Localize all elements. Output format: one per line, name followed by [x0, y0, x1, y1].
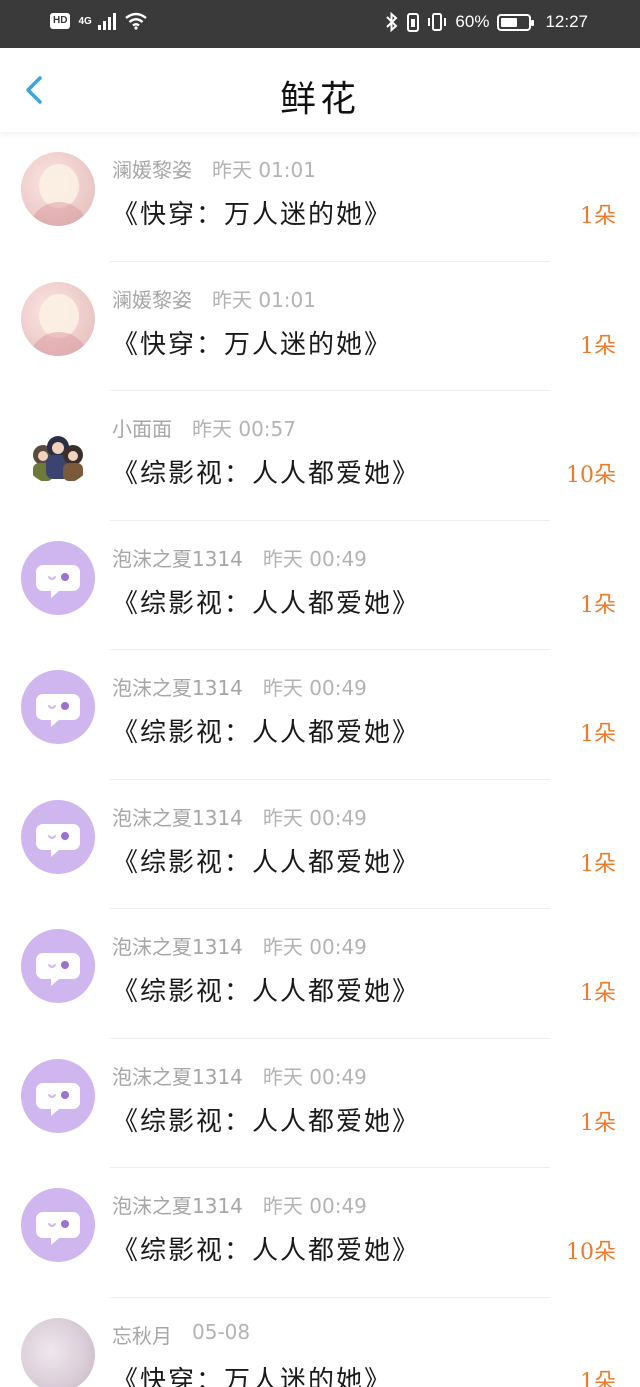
flower-count: 1朵: [580, 1369, 616, 1387]
list-item[interactable]: 泡沫之夏1314 昨天 00:49 《综影视：人人都爱她》 1朵: [0, 521, 640, 650]
avatar[interactable]: [21, 152, 95, 226]
entry-meta: 泡沫之夏1314 昨天 00:49: [112, 672, 367, 701]
cell-signal-icon: [97, 13, 116, 30]
hd-badge: HD: [50, 13, 71, 29]
username[interactable]: 泡沫之夏1314: [112, 931, 243, 960]
username[interactable]: 泡沫之夏1314: [112, 543, 243, 572]
timestamp: 昨天 00:49: [262, 676, 367, 700]
book-title[interactable]: 《综影视：人人都爱她》: [112, 583, 420, 620]
battery-percent: 60%: [455, 12, 490, 31]
entry-meta: 泡沫之夏1314 昨天 00:49: [112, 1061, 367, 1090]
chat-bubble-icon: [36, 823, 80, 857]
username[interactable]: 澜媛黎姿: [112, 284, 192, 313]
device-battery-icon: [407, 13, 420, 32]
avatar[interactable]: [21, 1317, 95, 1387]
username[interactable]: 泡沫之夏1314: [112, 1061, 243, 1090]
flower-count: 10朵: [566, 1240, 616, 1265]
entry-meta: 泡沫之夏1314 昨天 00:49: [112, 1190, 367, 1219]
group-avatar-image: [33, 436, 83, 481]
list-item[interactable]: 泡沫之夏1314 昨天 00:49 《综影视：人人都爱她》 10朵: [0, 1168, 640, 1298]
chat-bubble-icon: [36, 1082, 80, 1116]
flower-count: 1朵: [580, 592, 616, 618]
avatar[interactable]: [21, 670, 95, 744]
list-item[interactable]: 泡沫之夏1314 昨天 00:49 《综影视：人人都爱她》 1朵: [0, 1039, 640, 1168]
status-left: HD 4G: [50, 12, 148, 30]
flower-count: 1朵: [580, 722, 616, 747]
page-title: 鲜花: [279, 79, 360, 120]
username[interactable]: 泡沫之夏1314: [112, 672, 243, 701]
list-item[interactable]: 泡沫之夏1314 昨天 00:49 《综影视：人人都爱她》 1朵: [0, 780, 640, 909]
timestamp: 昨天 00:49: [262, 805, 367, 830]
timestamp: 昨天 00:49: [262, 935, 367, 959]
username[interactable]: 小面面: [112, 413, 172, 442]
flower-count: 10朵: [566, 463, 616, 488]
username[interactable]: 泡沫之夏1314: [112, 1190, 243, 1219]
avatar[interactable]: [21, 411, 95, 485]
flower-count: 1朵: [580, 333, 616, 359]
list-item[interactable]: 泡沫之夏1314 昨天 00:49 《综影视：人人都爱她》 1朵: [0, 909, 640, 1039]
wifi-icon: [125, 12, 147, 30]
avatar[interactable]: [21, 799, 95, 874]
book-title[interactable]: 《综影视：人人都爱她》: [112, 842, 420, 879]
chat-bubble-icon: [36, 953, 80, 986]
flower-list: 澜媛黎姿 昨天 01:01 《快穿：万人迷的她》 1朵 澜媛黎姿 昨天 01:01 《快穿：…: [0, 132, 640, 1387]
flower-count: 1朵: [580, 204, 616, 229]
book-title[interactable]: 《快穿：万人迷的她》: [112, 194, 392, 231]
clock: 12:27: [545, 12, 588, 31]
flower-count: 1朵: [580, 981, 616, 1006]
status-right: 60% 12:27: [385, 12, 588, 32]
list-item[interactable]: 澜媛黎姿 昨天 01:01 《快穿：万人迷的她》 1朵: [0, 132, 640, 262]
username[interactable]: 澜媛黎姿: [112, 154, 192, 183]
timestamp: 昨天 01:01: [212, 158, 316, 182]
bluetooth-icon: [386, 12, 398, 32]
timestamp: 昨天 00:57: [192, 417, 296, 441]
list-item[interactable]: 忘秋月 05-08 《快穿：万人迷的她》 1朵: [0, 1298, 640, 1387]
entry-meta: 澜媛黎姿 昨天 01:01: [112, 284, 316, 313]
chat-bubble-icon: [36, 1212, 80, 1245]
timestamp: 昨天 00:49: [262, 1064, 367, 1089]
book-title[interactable]: 《综影视：人人都爱她》: [112, 1101, 420, 1138]
list-item[interactable]: 小面面 昨天 00:57 《综影视：人人都爱她》 10朵: [0, 391, 640, 521]
entry-meta: 泡沫之夏1314 昨天 00:49: [112, 543, 367, 572]
avatar[interactable]: [21, 1058, 95, 1133]
book-title[interactable]: 《快穿：万人迷的她》: [112, 324, 392, 361]
flower-count: 1朵: [580, 1110, 616, 1136]
battery-icon: [497, 13, 535, 31]
avatar[interactable]: [21, 540, 95, 615]
book-title[interactable]: 《综影视：人人都爱她》: [112, 971, 420, 1008]
book-title[interactable]: 《综影视：人人都爱她》: [112, 1230, 420, 1267]
book-title[interactable]: 《快穿：万人迷的她》: [112, 1360, 392, 1387]
nav-bar: 鲜花: [0, 48, 640, 132]
flower-count: 1朵: [580, 851, 616, 877]
chat-bubble-icon: [36, 694, 80, 727]
book-title[interactable]: 《综影视：人人都爱她》: [112, 712, 420, 749]
avatar[interactable]: [21, 281, 95, 356]
list-item[interactable]: 澜媛黎姿 昨天 01:01 《快穿：万人迷的她》 1朵: [0, 262, 640, 391]
entry-meta: 小面面 昨天 00:57: [112, 413, 296, 442]
timestamp: 昨天 00:49: [262, 546, 367, 571]
entry-meta: 泡沫之夏1314 昨天 00:49: [112, 802, 367, 831]
entry-meta: 澜媛黎姿 昨天 01:01: [112, 154, 316, 183]
network-type: 4G: [78, 15, 92, 27]
book-title[interactable]: 《综影视：人人都爱她》: [112, 453, 420, 490]
status-bar: HD 4G 60% 12:27: [0, 0, 640, 48]
entry-meta: 忘秋月 05-08: [112, 1320, 250, 1349]
vibrate-icon: [428, 13, 447, 31]
entry-meta: 泡沫之夏1314 昨天 00:49: [112, 931, 367, 960]
timestamp: 昨天 01:01: [212, 287, 316, 312]
timestamp: 05-08: [192, 1319, 251, 1344]
avatar[interactable]: [21, 929, 95, 1003]
username[interactable]: 泡沫之夏1314: [112, 802, 243, 831]
timestamp: 昨天 00:49: [262, 1194, 367, 1218]
avatar[interactable]: [21, 1188, 95, 1262]
username[interactable]: 忘秋月: [112, 1320, 172, 1349]
chat-bubble-icon: [36, 564, 80, 598]
list-item[interactable]: 泡沫之夏1314 昨天 00:49 《综影视：人人都爱她》 1朵: [0, 650, 640, 780]
